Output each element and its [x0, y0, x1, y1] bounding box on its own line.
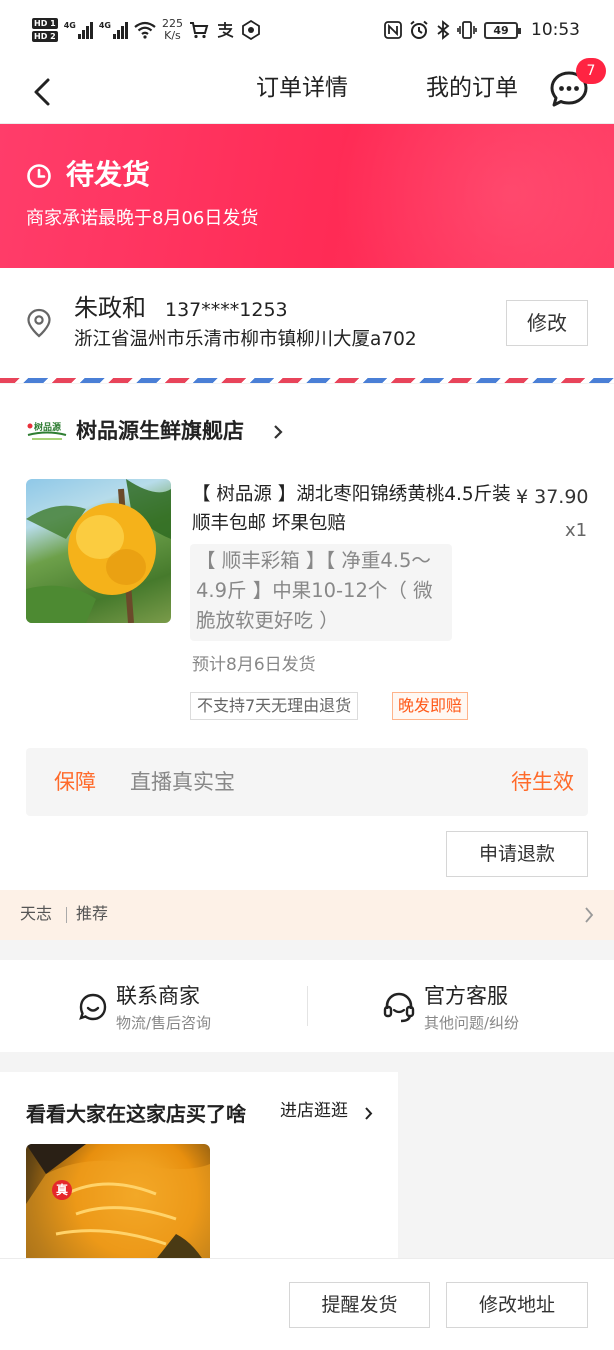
contact-merchant-button[interactable]: 联系商家 [116, 982, 200, 1010]
shop-logo[interactable]: 树品源 [26, 420, 68, 442]
shipping-estimate: 预计8月6日发货 [192, 652, 316, 678]
alipay-icon [215, 21, 235, 39]
nav-bar: 订单详情 我的订单 [0, 60, 614, 124]
remind-shipping-button[interactable]: 提醒发货 [289, 1282, 430, 1328]
chevron-right-icon [584, 906, 594, 924]
signal-2-icon: 4G [99, 21, 128, 39]
request-refund-button[interactable]: 申请退款 [446, 831, 588, 877]
chat-smile-icon[interactable] [78, 992, 108, 1022]
contact-divider [307, 986, 308, 1026]
edit-address-button[interactable]: 修改 [506, 300, 588, 346]
no-return-tag: 不支持7天无理由退货 [190, 692, 358, 720]
recommend-source: 天志 [20, 902, 52, 926]
order-status-banner: 待发货 商家承诺最晚于8月06日发货 [0, 124, 614, 268]
chevron-right-icon[interactable] [364, 1106, 373, 1121]
recommend-strip[interactable]: 天志 推荐 [0, 890, 614, 940]
recommend-divider [66, 907, 67, 923]
recipient-phone: 137****1253 [165, 296, 288, 324]
headset-icon[interactable] [382, 990, 416, 1024]
status-bar-left: HD 1 HD 2 4G 4G 225 K/s [32, 14, 261, 46]
my-orders-link[interactable]: 我的订单 [426, 72, 518, 104]
hd1-label: HD 1 [32, 18, 58, 29]
recipient-name: 朱政和 [74, 292, 146, 324]
wifi-icon [134, 21, 156, 39]
shopping-cart-icon [189, 21, 209, 39]
guarantee-name: 直播真实宝 [130, 768, 235, 796]
order-card: 树品源 树品源生鲜旗舰店 【 树品源 】湖北枣阳锦绣黄桃4.5斤装 顺丰包邮 坏… [0, 384, 614, 890]
order-detail-page: HD 1 HD 2 4G 4G 225 K/s [0, 0, 614, 1350]
change-address-button[interactable]: 修改地址 [446, 1282, 588, 1328]
network-1-label: 4G [64, 21, 76, 30]
page-title: 订单详情 [256, 72, 348, 104]
product-image[interactable] [26, 479, 171, 623]
battery-icon: 49 [484, 22, 518, 39]
shop-logo-text: 树品源 [34, 421, 61, 433]
banner-decoration [294, 124, 614, 268]
official-service-button[interactable]: 官方客服 [424, 982, 508, 1010]
shop-name[interactable]: 树品源生鲜旗舰店 [76, 416, 244, 446]
chevron-right-icon[interactable] [272, 424, 284, 440]
bottom-action-bar: 提醒发货 修改地址 [0, 1258, 614, 1350]
contact-merchant-subtitle: 物流/售后咨询 [116, 1012, 211, 1034]
product-quantity: x1 [565, 518, 587, 544]
contact-section: 联系商家 物流/售后咨询 官方客服 其他问题/纠纷 [0, 960, 614, 1052]
clock-icon [26, 163, 52, 189]
bluetooth-icon [436, 20, 450, 40]
late-compensation-tag: 晚发即赔 [392, 692, 468, 720]
product-sku: 【 顺丰彩箱 】【 净重4.5～4.9斤 】中果10-12个（ 微脆放软更好吃 … [190, 544, 452, 641]
order-status-subtitle: 商家承诺最晚于8月06日发货 [26, 206, 258, 232]
peach-picture [26, 479, 171, 623]
guarantee-label: 保障 [54, 768, 96, 796]
hd2-label: HD 2 [32, 31, 58, 42]
authentic-badge: 真 [52, 1180, 72, 1200]
recommend-label: 推荐 [76, 902, 108, 926]
back-button[interactable] [24, 72, 64, 112]
message-badge: 7 [576, 58, 606, 84]
network-2-label: 4G [99, 21, 111, 30]
others-bought-section: 看看大家在这家店买了啥 进店逛逛 真 [0, 1072, 398, 1272]
recommended-product-image[interactable]: 真 [26, 1144, 210, 1272]
hd-indicators: HD 1 HD 2 [32, 18, 58, 42]
alarm-icon [409, 20, 429, 40]
airmail-divider [0, 378, 614, 383]
product-title[interactable]: 【 树品源 】湖北枣阳锦绣黄桃4.5斤装 顺丰包邮 坏果包赔 [192, 480, 512, 538]
signal-1-icon: 4G [64, 21, 93, 39]
order-status-title: 待发货 [66, 156, 150, 194]
others-bought-title: 看看大家在这家店买了啥 [26, 1100, 246, 1128]
shipping-address: 朱政和 137****1253 浙江省温州市乐清市柳市镇柳川大厦a702 修改 [0, 268, 614, 380]
nfc-icon [384, 21, 402, 39]
location-pin-icon [26, 308, 52, 338]
visit-store-link[interactable]: 进店逛逛 [280, 1099, 348, 1123]
vibrate-icon [457, 20, 477, 40]
network-speed: 225 K/s [162, 18, 183, 42]
clock-time: 10:53 [531, 20, 580, 40]
pumpkin-picture [26, 1144, 210, 1272]
product-price: ¥ 37.90 [516, 484, 589, 510]
guarantee-row[interactable]: 保障 直播真实宝 待生效 [26, 748, 588, 816]
address-detail: 浙江省温州市乐清市柳市镇柳川大厦a702 [74, 326, 417, 354]
speed-unit: K/s [162, 30, 183, 42]
guarantee-status: 待生效 [511, 768, 574, 796]
status-bar: HD 1 HD 2 4G 4G 225 K/s [0, 0, 614, 60]
status-bar-right: 49 10:53 [384, 16, 580, 44]
official-service-subtitle: 其他问题/纠纷 [424, 1012, 519, 1034]
app-icon [241, 20, 261, 40]
